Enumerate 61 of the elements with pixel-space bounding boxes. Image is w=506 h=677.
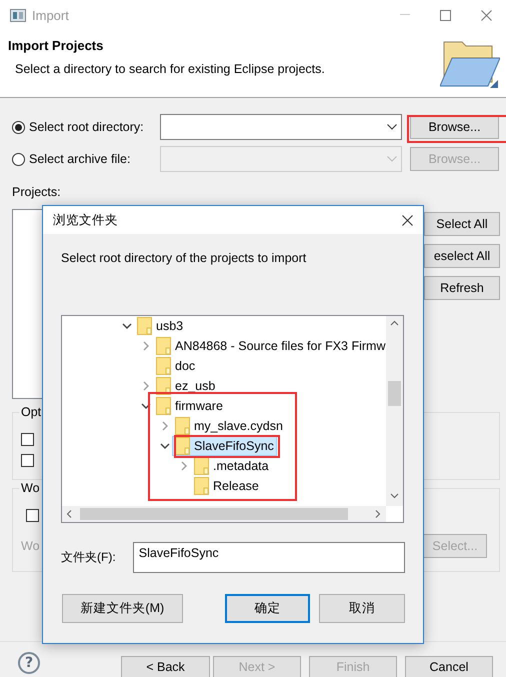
tree-item[interactable]: SlaveFifoSync: [172, 436, 277, 456]
folder-name: ez_usb: [175, 379, 216, 393]
wizard-button[interactable]: < Back: [121, 656, 210, 677]
checkbox[interactable]: [21, 454, 34, 467]
folder-icon: [194, 457, 209, 475]
list-action-button[interactable]: Refresh: [424, 276, 500, 300]
dialog-button[interactable]: 确定: [224, 594, 310, 623]
wizard-button[interactable]: Cancel: [405, 656, 493, 677]
help-button[interactable]: ?: [18, 652, 40, 674]
projects-label: Projects:: [12, 185, 62, 201]
folder-icon: [156, 377, 171, 395]
radio-button[interactable]: [12, 120, 25, 134]
dialog-button[interactable]: 取消: [319, 594, 405, 623]
folder-icon: [156, 397, 171, 415]
window-title: Import: [32, 8, 69, 22]
folder-field[interactable]: SlaveFifoSync: [132, 542, 405, 573]
tree-item[interactable]: ez_usb: [153, 376, 218, 396]
horizontal-scrollbar[interactable]: [62, 506, 386, 522]
group-legend: Wo: [19, 481, 42, 495]
dialog-button[interactable]: 新建文件夹(M): [62, 594, 183, 623]
folder-icon: [175, 417, 190, 435]
folder-name: doc: [175, 359, 196, 373]
tree-item[interactable]: .metadata: [191, 456, 272, 476]
tree-item[interactable]: AN84868 - Source files for FX3 Firmw: [153, 336, 386, 356]
page-title: Import Projects: [8, 38, 104, 53]
list-action-button[interactable]: Select All: [424, 212, 500, 236]
page-description: Select a directory to search for existing Eclipse projects.: [15, 62, 325, 76]
folder-name: usb3: [156, 319, 184, 333]
folder-name: AN84868 - Source files for FX3 Firmw: [175, 339, 386, 353]
group-legend: Opt: [19, 405, 44, 419]
dialog-title: 浏览文件夹: [53, 212, 118, 228]
checkbox[interactable]: [21, 433, 34, 446]
tree-item[interactable]: my_slave.cydsn: [172, 416, 286, 436]
folder-icon: [137, 317, 152, 335]
tree-item[interactable]: Release: [191, 476, 262, 496]
folder-name: SlaveFifoSync: [194, 439, 274, 453]
radio-label: Select root directory:: [29, 120, 144, 134]
folder-name: .metadata: [213, 459, 269, 473]
working-sets-label: Wo: [21, 539, 40, 553]
list-action-button[interactable]: eselect All: [424, 244, 500, 268]
tree-item[interactable]: usb3: [134, 316, 186, 336]
dialog-instruction: Select root directory of the projects to import: [61, 251, 308, 265]
path-combo[interactable]: [160, 114, 402, 140]
vertical-scrollbar[interactable]: [386, 316, 403, 506]
maximize-icon[interactable]: [440, 10, 451, 20]
tree-item[interactable]: doc: [153, 356, 198, 376]
folder-name: Release: [213, 479, 259, 493]
browse-button[interactable]: Browse...: [410, 115, 499, 139]
close-icon[interactable]: [402, 214, 413, 226]
folder-label: 文件夹(F):: [61, 549, 117, 566]
radio-label: Select archive file:: [29, 152, 130, 166]
tree-item[interactable]: firmware: [153, 396, 226, 416]
folder-icon: [194, 477, 209, 495]
folder-icon: [156, 337, 171, 355]
scroll-thumb[interactable]: [388, 381, 401, 406]
scroll-thumb[interactable]: [80, 508, 348, 520]
folder-name: my_slave.cydsn: [194, 419, 283, 433]
folder-icon: [175, 437, 190, 455]
folder-icon: [156, 357, 171, 375]
app-icon: [10, 8, 26, 22]
folder-name: firmware: [175, 399, 223, 413]
